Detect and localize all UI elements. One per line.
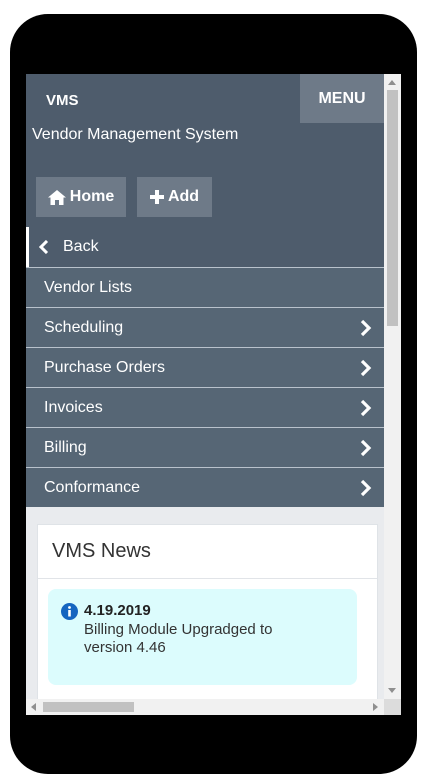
horizontal-scrollbar[interactable] bbox=[26, 699, 384, 715]
home-button[interactable]: Home bbox=[36, 177, 126, 217]
nav-item-conformance[interactable]: Conformance bbox=[26, 467, 384, 507]
nav-item-vendor-lists[interactable]: Vendor Lists bbox=[26, 267, 384, 307]
scroll-left-arrow-icon[interactable] bbox=[31, 703, 36, 711]
home-icon bbox=[47, 189, 66, 205]
info-circle-icon bbox=[61, 603, 78, 625]
nav-item-label: Billing bbox=[44, 438, 87, 456]
nav-item-invoices[interactable]: Invoices bbox=[26, 387, 384, 427]
news-date: 4.19.2019 bbox=[84, 602, 151, 619]
nav-item-label: Conformance bbox=[44, 478, 141, 496]
nav-item-label: Scheduling bbox=[44, 318, 124, 336]
nav-menu: Vendor Lists Scheduling Purchase Orders … bbox=[26, 267, 384, 507]
app-subtitle: Vendor Management System bbox=[32, 126, 239, 143]
scroll-up-arrow-icon[interactable] bbox=[388, 80, 396, 85]
nav-item-purchase-orders[interactable]: Purchase Orders bbox=[26, 347, 384, 387]
app-screen: VMS Vendor Management System MENU Home A… bbox=[26, 74, 401, 715]
nav-item-scheduling[interactable]: Scheduling bbox=[26, 307, 384, 347]
brand-title[interactable]: VMS bbox=[46, 92, 79, 109]
home-button-label: Home bbox=[69, 188, 115, 205]
scroll-right-arrow-icon[interactable] bbox=[373, 703, 378, 711]
plus-icon bbox=[149, 190, 164, 204]
horizontal-scroll-thumb[interactable] bbox=[43, 702, 134, 712]
news-panel: VMS News 4.19.2019 Billing Module Upgrad… bbox=[37, 524, 378, 715]
chevron-right-icon bbox=[360, 479, 372, 497]
scrollbar-corner bbox=[384, 699, 401, 715]
chevron-right-icon bbox=[360, 399, 372, 417]
vertical-scroll-thumb[interactable] bbox=[387, 90, 398, 326]
scroll-down-arrow-icon[interactable] bbox=[388, 688, 396, 693]
add-button[interactable]: Add bbox=[137, 177, 212, 217]
add-button-label: Add bbox=[167, 188, 200, 205]
nav-item-label: Vendor Lists bbox=[44, 278, 133, 296]
nav-item-billing[interactable]: Billing bbox=[26, 427, 384, 467]
chevron-right-icon bbox=[360, 439, 372, 457]
chevron-right-icon bbox=[360, 359, 372, 377]
chevron-left-icon bbox=[39, 240, 49, 254]
menu-button[interactable]: MENU bbox=[300, 74, 384, 123]
news-title: VMS News bbox=[38, 525, 377, 579]
back-label: Back bbox=[63, 238, 99, 255]
news-alert: 4.19.2019 Billing Module Upgradged to ve… bbox=[48, 589, 357, 685]
vertical-scrollbar[interactable] bbox=[384, 74, 401, 699]
back-link[interactable]: Back bbox=[26, 227, 384, 267]
nav-item-label: Invoices bbox=[44, 398, 103, 416]
app-header: VMS Vendor Management System MENU Home A… bbox=[26, 74, 384, 267]
nav-item-label: Purchase Orders bbox=[44, 358, 165, 376]
news-message: Billing Module Upgradged to version 4.46 bbox=[84, 621, 273, 656]
chevron-right-icon bbox=[360, 319, 372, 337]
